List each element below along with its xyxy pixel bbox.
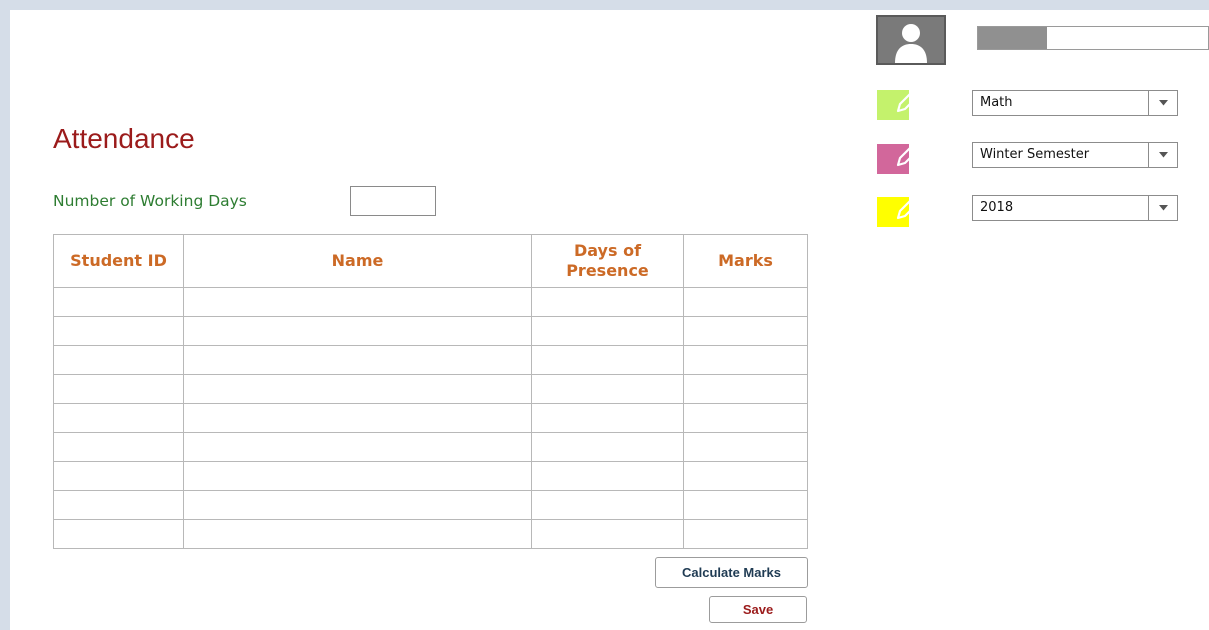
page-title: Attendance xyxy=(53,123,195,154)
cell-marks[interactable] xyxy=(683,345,808,375)
user-silhouette-icon xyxy=(895,24,927,63)
cell-name[interactable] xyxy=(183,345,532,375)
cell-marks[interactable] xyxy=(683,287,808,317)
table-row[interactable] xyxy=(53,345,808,375)
chevron-down-icon[interactable] xyxy=(1148,143,1177,167)
cell-student-id[interactable] xyxy=(53,519,184,549)
cell-student-id[interactable] xyxy=(53,287,184,317)
table-row[interactable] xyxy=(53,316,808,346)
cell-marks[interactable] xyxy=(683,519,808,549)
progress-bar-fill xyxy=(978,27,1047,49)
cell-days-of-presence[interactable] xyxy=(531,345,684,375)
save-button[interactable]: Save xyxy=(709,596,807,623)
cell-student-id[interactable] xyxy=(53,432,184,462)
semester-dropdown[interactable]: Winter Semester xyxy=(972,142,1178,168)
cell-marks[interactable] xyxy=(683,374,808,404)
cell-student-id[interactable] xyxy=(53,316,184,346)
table-row[interactable] xyxy=(53,432,808,462)
column-header-marks: Marks xyxy=(683,234,808,288)
cell-days-of-presence[interactable] xyxy=(531,490,684,520)
table-row[interactable] xyxy=(53,519,808,549)
cell-student-id[interactable] xyxy=(53,374,184,404)
table-row[interactable] xyxy=(53,490,808,520)
semester-dropdown-value: Winter Semester xyxy=(980,147,1090,162)
profile-progress-bar xyxy=(977,26,1209,50)
cell-name[interactable] xyxy=(183,403,532,433)
column-header-name: Name xyxy=(183,234,532,288)
cell-days-of-presence[interactable] xyxy=(531,519,684,549)
cell-days-of-presence[interactable] xyxy=(531,461,684,491)
user-avatar[interactable] xyxy=(876,15,946,65)
cell-marks[interactable] xyxy=(683,490,808,520)
calculate-marks-button[interactable]: Calculate Marks xyxy=(655,557,808,588)
cell-days-of-presence[interactable] xyxy=(531,316,684,346)
working-days-label: Number of Working Days xyxy=(53,192,247,210)
edit-pencil-icon xyxy=(896,134,925,167)
column-header-student-id: Student ID xyxy=(53,234,184,288)
table-row[interactable] xyxy=(53,374,808,404)
cell-days-of-presence[interactable] xyxy=(531,432,684,462)
table-row[interactable] xyxy=(53,403,808,433)
year-dropdown[interactable]: 2018 xyxy=(972,195,1178,221)
table-row[interactable] xyxy=(53,461,808,491)
cell-marks[interactable] xyxy=(683,432,808,462)
cell-name[interactable] xyxy=(183,432,532,462)
table-row[interactable] xyxy=(53,287,808,317)
chevron-down-icon[interactable] xyxy=(1148,196,1177,220)
cell-student-id[interactable] xyxy=(53,490,184,520)
year-dropdown-value: 2018 xyxy=(980,200,1014,215)
edit-pencil-icon xyxy=(896,80,925,113)
cell-name[interactable] xyxy=(183,287,532,317)
cell-days-of-presence[interactable] xyxy=(531,287,684,317)
attendance-table: Student ID Name Days of Presence Marks xyxy=(53,234,808,549)
subject-dropdown-value: Math xyxy=(980,95,1013,110)
cell-marks[interactable] xyxy=(683,403,808,433)
cell-name[interactable] xyxy=(183,490,532,520)
cell-name[interactable] xyxy=(183,316,532,346)
cell-student-id[interactable] xyxy=(53,461,184,491)
cell-marks[interactable] xyxy=(683,316,808,346)
working-days-input[interactable] xyxy=(350,186,436,216)
cell-name[interactable] xyxy=(183,461,532,491)
cell-marks[interactable] xyxy=(683,461,808,491)
subject-dropdown[interactable]: Math xyxy=(972,90,1178,116)
column-header-days-of-presence: Days of Presence xyxy=(531,234,684,288)
cell-student-id[interactable] xyxy=(53,345,184,375)
cell-name[interactable] xyxy=(183,374,532,404)
cell-days-of-presence[interactable] xyxy=(531,403,684,433)
cell-name[interactable] xyxy=(183,519,532,549)
cell-student-id[interactable] xyxy=(53,403,184,433)
table-header-row: Student ID Name Days of Presence Marks xyxy=(53,234,808,288)
cell-days-of-presence[interactable] xyxy=(531,374,684,404)
chevron-down-icon[interactable] xyxy=(1148,91,1177,115)
edit-pencil-icon xyxy=(896,187,925,220)
